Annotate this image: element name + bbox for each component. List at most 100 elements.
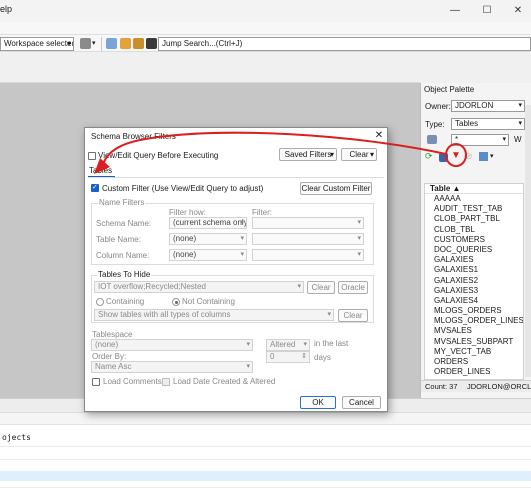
load-date-checkbox[interactable]: [162, 378, 170, 386]
table-list-item[interactable]: MLOGS_ORDER_LINES: [425, 316, 523, 326]
days-label: days: [314, 353, 331, 362]
output-panel: ojects: [0, 398, 531, 500]
in-the-last-label: in the last: [314, 339, 349, 348]
menu-help[interactable]: elp: [0, 4, 12, 14]
table-list-item[interactable]: MLOGS_ORDERS: [425, 306, 523, 316]
filter-icon[interactable]: ▼: [451, 150, 461, 161]
refresh-icon[interactable]: ⟳: [425, 151, 433, 162]
table-list-item[interactable]: ORDER_LINES: [425, 367, 523, 377]
highlighted-row[interactable]: [0, 471, 531, 481]
output-text: ojects: [2, 433, 31, 442]
column-types-clear-button[interactable]: Clear: [338, 309, 368, 322]
schema-filter-how-select[interactable]: (current schema only ▾: [169, 217, 247, 229]
custom-filter-checkbox[interactable]: [91, 183, 99, 192]
oracle-button[interactable]: Oracle: [338, 281, 368, 294]
column-types-select[interactable]: Show tables with all types of columns ▾: [94, 309, 334, 321]
table-list-item[interactable]: AUDIT_TEST_TAB: [425, 204, 523, 214]
table-list: Table ▲ AAAAA AUDIT_TEST_TAB CLOB_PART_TBL…: [424, 183, 524, 380]
tablespace-select[interactable]: (none) ▾: [91, 339, 253, 351]
table-list-item[interactable]: ORDERS: [425, 357, 523, 367]
schema-filter-select[interactable]: ▾: [252, 217, 364, 229]
row-divider: [0, 487, 531, 488]
hide-clear-button[interactable]: Clear: [307, 281, 335, 294]
palette-title: Object Palette: [424, 85, 475, 94]
table-list-item[interactable]: CLOB_PART_TBL: [425, 214, 523, 224]
jump-search-input[interactable]: Jump Search...(Ctrl+J): [158, 37, 531, 51]
table-list-item[interactable]: GALAXIES4: [425, 296, 523, 306]
column-name-label: Column Name:: [96, 251, 150, 260]
maximize-button[interactable]: ☐: [472, 2, 502, 20]
schema-name-label: Schema Name:: [96, 219, 152, 228]
load-date-label: Load Date Created & Altered: [173, 377, 276, 386]
object-count: Count: 37: [425, 382, 458, 391]
graduation-cap-icon[interactable]: [146, 38, 157, 49]
order-by-label: Order By:: [92, 352, 127, 361]
ok-button[interactable]: OK: [300, 396, 336, 409]
saved-filters-button[interactable]: Saved Filters ▾: [279, 148, 337, 161]
tablespace-label: Tablespace: [92, 330, 133, 339]
editor-toolbar-strip: [0, 53, 420, 83]
name-filters-legend: Name Filters: [98, 198, 146, 207]
schema-browser-filters-dialog: Schema Browser Filters ✕ View/Edit Query…: [84, 127, 388, 412]
type-select[interactable]: Tables ▾: [451, 118, 525, 130]
connection-label: JDORLON@ORCL: [467, 382, 531, 391]
minimize-button[interactable]: —: [440, 2, 470, 20]
toolbar-separator: [101, 37, 102, 51]
column-filter-select[interactable]: ▾: [252, 249, 364, 261]
load-comments-checkbox[interactable]: [92, 378, 100, 386]
clear-all-button[interactable]: Clear ▾: [341, 148, 377, 161]
table-list-item[interactable]: GALAXIES1: [425, 265, 523, 275]
row-divider: [0, 459, 531, 460]
owner-select[interactable]: JDORLON ▾: [451, 100, 525, 112]
table-list-item[interactable]: CUSTOMERS: [425, 235, 523, 245]
type-label: Type:: [425, 120, 445, 129]
details-icon[interactable]: [439, 153, 448, 162]
chevron-down-icon[interactable]: ▾: [92, 39, 96, 47]
db-connect-icon[interactable]: [106, 38, 117, 49]
not-containing-radio[interactable]: [172, 298, 180, 306]
close-window-button[interactable]: ✕: [503, 2, 531, 20]
chevron-down-icon[interactable]: ▾: [490, 152, 494, 160]
order-by-select[interactable]: Name Asc ▾: [91, 361, 253, 373]
table-list-item[interactable]: MY_VECT_TAB: [425, 347, 523, 357]
copy-icon[interactable]: [80, 38, 91, 49]
title-bar: elp — ☐ ✕: [0, 0, 531, 22]
object-type-icon[interactable]: [427, 135, 437, 144]
table-list-header[interactable]: Table ▲: [425, 184, 523, 194]
filter-how-label: Filter how:: [169, 208, 206, 217]
tab-tables[interactable]: Tables: [89, 166, 112, 175]
table-filter-how-select[interactable]: (none) ▾: [169, 233, 247, 245]
clear-custom-filter-button[interactable]: Clear Custom Filter: [300, 182, 372, 195]
table-name-label: Table Name:: [96, 235, 141, 244]
palette-scrollbar[interactable]: [525, 105, 531, 377]
table-list-item[interactable]: MVSALES: [425, 326, 523, 336]
days-stepper[interactable]: 0 ⇕: [266, 351, 310, 363]
table-list-item[interactable]: GALAXIES2: [425, 276, 523, 286]
filter-label: Filter:: [252, 208, 272, 217]
row-divider: [0, 446, 531, 447]
clear-filter-icon[interactable]: ⊘: [465, 151, 473, 162]
table-list-item[interactable]: DOC_QUERIES: [425, 245, 523, 255]
table-list-item[interactable]: CLOB_TBL: [425, 225, 523, 235]
table-list-item[interactable]: GALAXIES: [425, 255, 523, 265]
folder-icon[interactable]: [133, 38, 144, 49]
dialog-close-button[interactable]: ✕: [372, 129, 386, 143]
view-edit-query-label: View/Edit Query Before Executing: [98, 151, 219, 160]
view-edit-query-checkbox[interactable]: [88, 152, 96, 160]
tables-to-hide-select[interactable]: IOT overflow;Recycled;Nested ▾: [94, 281, 304, 293]
table-list-item[interactable]: GALAXIES3: [425, 286, 523, 296]
containing-radio[interactable]: [96, 298, 104, 306]
containing-label: Containing: [106, 297, 145, 306]
filter-text-input[interactable]: * ▾: [451, 134, 509, 146]
altered-select[interactable]: Altered ▾: [266, 339, 310, 351]
cancel-button[interactable]: Cancel: [342, 396, 381, 409]
table-list-item[interactable]: AAAAA: [425, 194, 523, 204]
column-filter-how-select[interactable]: (none) ▾: [169, 249, 247, 261]
table-filter-select[interactable]: ▾: [252, 233, 364, 245]
view-options-icon[interactable]: [479, 152, 488, 161]
workspace-select[interactable]: Workspace selected> ▾: [0, 37, 74, 51]
session-icon[interactable]: [120, 38, 131, 49]
palette-status-bar: Count: 37 JDORLON@ORCL: [421, 380, 531, 392]
filter-w-label: W: [514, 135, 522, 144]
table-list-item[interactable]: MVSALES_SUBPART: [425, 337, 523, 347]
